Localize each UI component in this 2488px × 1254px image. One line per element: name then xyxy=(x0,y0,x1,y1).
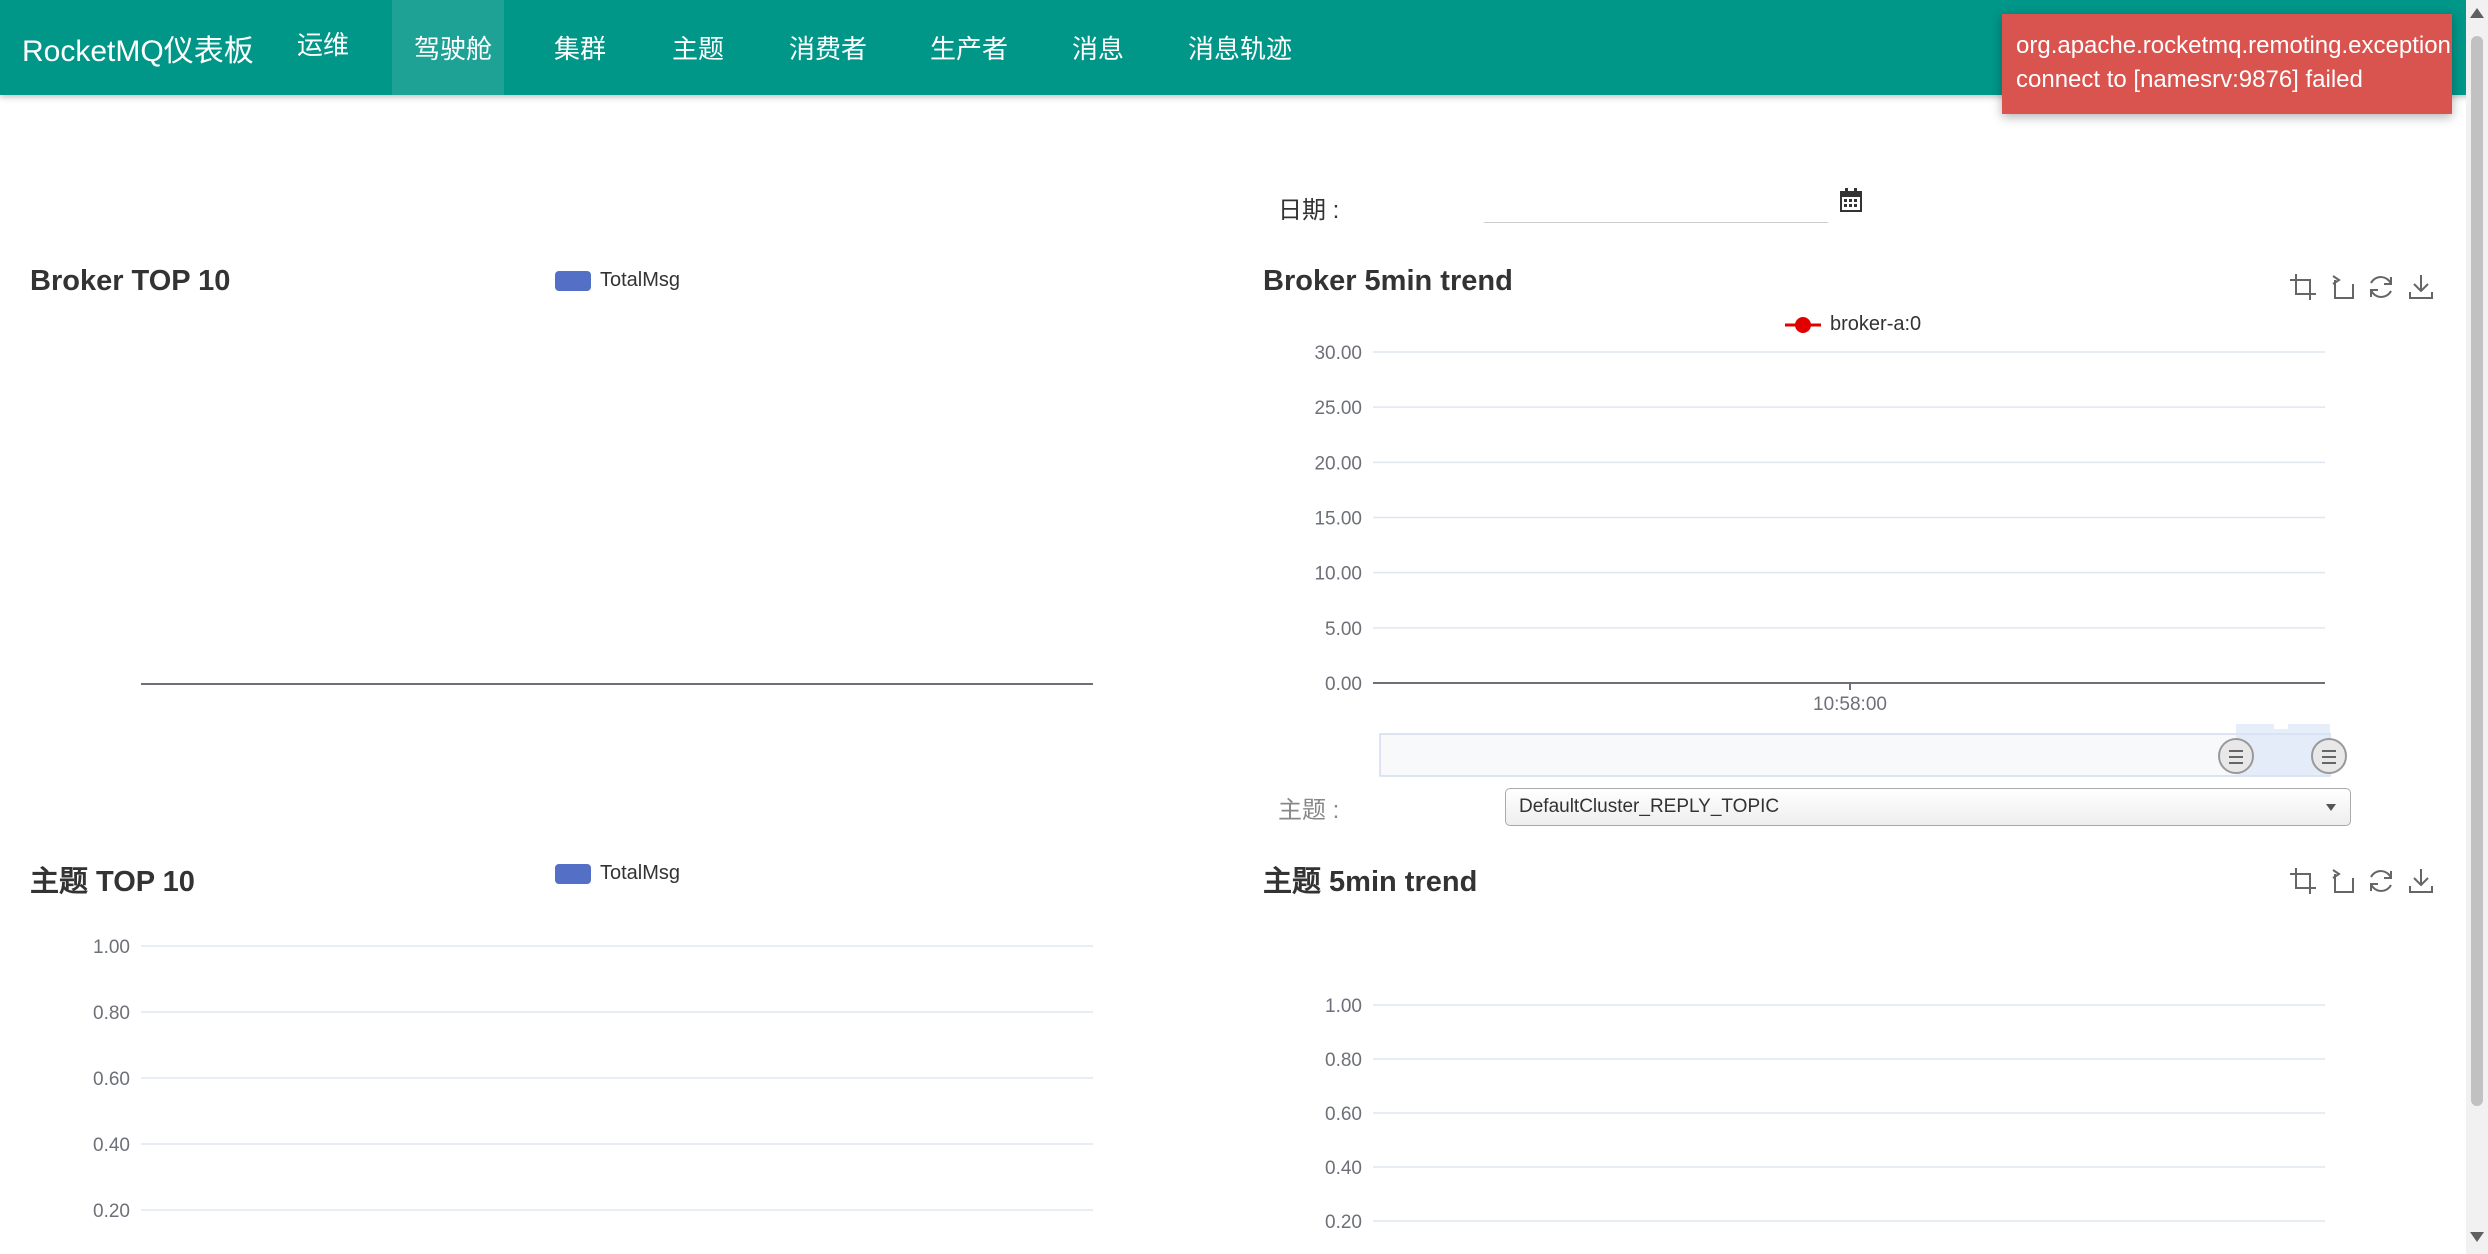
topic-trend-y-tick-label: 1.00 xyxy=(1325,996,1362,1017)
page-scrollbar[interactable] xyxy=(2466,0,2488,1254)
topic-trend-chart: 0.20 0.40 0.60 0.80 1.00 xyxy=(1325,996,2325,1233)
topic-trend-y-tick-label: 0.40 xyxy=(1325,1158,1362,1179)
scroll-down-icon[interactable] xyxy=(2470,1232,2484,1242)
save-image-icon[interactable] xyxy=(2406,272,2436,302)
topic-trend-y-tick-label: 0.60 xyxy=(1325,1104,1362,1125)
save-image-icon[interactable] xyxy=(2406,866,2436,896)
topic-trend-y-tick-label: 0.20 xyxy=(1325,1212,1362,1233)
scroll-up-icon[interactable] xyxy=(2470,8,2484,18)
topic-trend-y-tick-label: 0.80 xyxy=(1325,1050,1362,1071)
scrollbar-thumb[interactable] xyxy=(2471,36,2483,1106)
